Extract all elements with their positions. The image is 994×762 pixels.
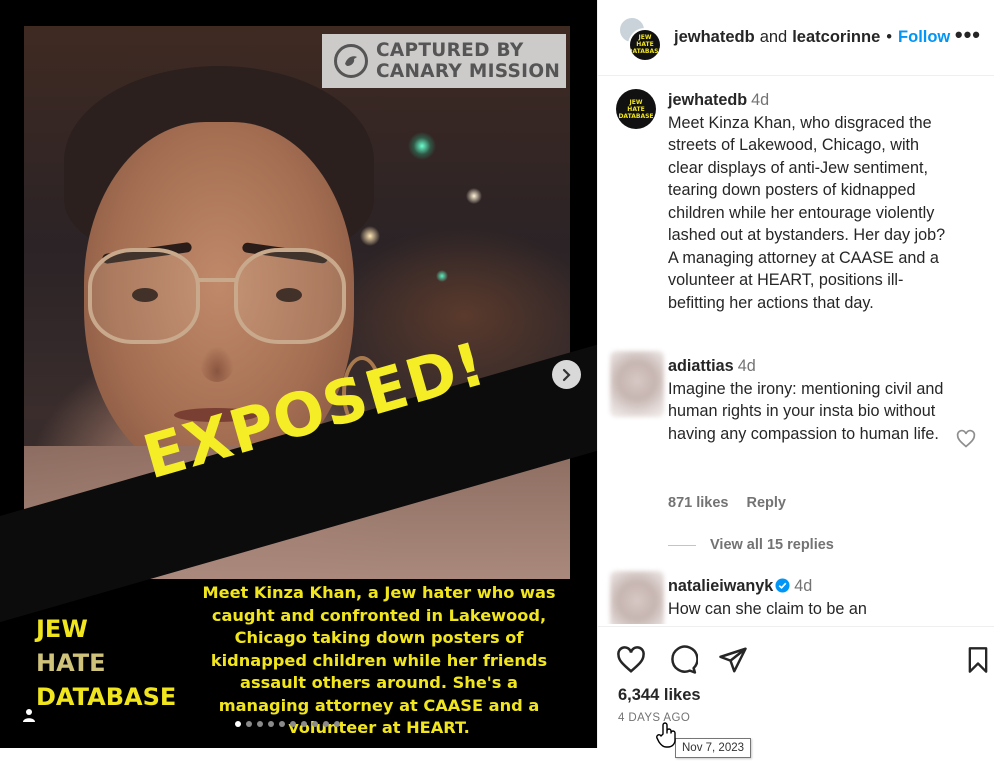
avatar-text-3: DATABASE [628, 48, 662, 55]
header-and: and [759, 28, 788, 46]
comment-username[interactable]: adiattias [668, 357, 734, 375]
brand-line-3: DATABASE [36, 683, 177, 711]
avatar-text-3: DATABASE [618, 112, 654, 120]
post-media[interactable]: CAPTURED BY CANARY MISSION EXPOSED! JEW … [0, 0, 597, 748]
comment-text: How can she claim to be an [668, 599, 867, 618]
view-replies-button[interactable]: View all 15 replies [668, 537, 834, 553]
save-bookmark-icon[interactable] [964, 645, 994, 677]
avatar-text-1: JEW [629, 98, 643, 106]
carousel-dot[interactable] [312, 721, 318, 727]
carousel-dot[interactable] [235, 721, 241, 727]
likes-count[interactable]: 6,344 likes [618, 686, 701, 705]
avatar-jewhatedb[interactable]: JEW HATE DATABASE [628, 27, 662, 62]
header-separator: • [886, 28, 893, 46]
carousel-indicator [235, 721, 340, 727]
carousel-dot[interactable] [257, 721, 263, 727]
header-username-2[interactable]: leatcorinne [792, 28, 880, 47]
follow-button[interactable]: Follow [898, 28, 950, 47]
next-slide-button[interactable] [552, 360, 581, 389]
chevron-right-icon [562, 368, 571, 381]
timestamp-tooltip: Nov 7, 2023 [675, 738, 752, 758]
jew-hate-database-logo: JEW HATE DATABASE [36, 612, 176, 714]
comment-meta: 871 likes Reply [668, 495, 804, 511]
avatar-blurred[interactable] [610, 571, 664, 624]
watermark-text: CAPTURED BY CANARY MISSION [376, 40, 560, 82]
header-usernames: jewhatedb and leatcorinne • Follow [674, 28, 950, 47]
carousel-dot[interactable] [279, 721, 285, 727]
brand-line-1: JEW [36, 615, 88, 643]
verified-badge-icon [775, 578, 790, 593]
comment-text: Imagine the irony: mentioning civil and … [668, 379, 944, 443]
tagged-users-button[interactable] [18, 704, 40, 726]
comment-username[interactable]: natalieiwanyk [668, 577, 773, 595]
hand-cursor-icon [656, 722, 680, 750]
view-replies-label: View all 15 replies [710, 537, 834, 553]
user-icon [23, 709, 35, 722]
photo-glasses-right [234, 248, 346, 344]
caption-text: Meet Kinza Khan, who disgraced the stree… [668, 113, 946, 312]
avatar-text-1: JEW [638, 34, 652, 41]
header-avatars[interactable]: JEW HATE DATABASE [618, 15, 662, 62]
avatar-text-2: HATE [627, 105, 645, 113]
comment-username[interactable]: jewhatedb [668, 91, 747, 109]
carousel-dot[interactable] [301, 721, 307, 727]
comment-time[interactable]: 4d [794, 577, 812, 595]
comment-bubble-icon[interactable] [668, 645, 700, 677]
carousel-dot[interactable] [268, 721, 274, 727]
more-options-icon[interactable]: ••• [955, 22, 981, 48]
avatar-jewhatedb-caption[interactable]: JEW HATE DATABASE [616, 89, 656, 129]
comment-reply-button[interactable]: Reply [746, 495, 786, 511]
post-header: JEW HATE DATABASE jewhatedb and leatcori… [598, 0, 994, 76]
comment-body: adiattias 4d Imagine the irony: mentionin… [668, 355, 958, 445]
caption-body: jewhatedb 4d Meet Kinza Khan, who disgrac… [668, 89, 958, 314]
avatar-blurred[interactable] [610, 351, 664, 417]
comment-body: natalieiwanyk 4d How can she claim to be … [668, 575, 958, 620]
media-caption: Meet Kinza Khan, a Jew hater who was cau… [202, 583, 556, 737]
photo-glasses-left [88, 248, 200, 344]
share-paper-plane-icon[interactable] [718, 645, 750, 677]
brand-line-2: HATE [36, 649, 106, 677]
canary-bird-icon [334, 44, 368, 78]
carousel-dot[interactable] [290, 721, 296, 727]
carousel-dot[interactable] [323, 721, 329, 727]
photo-glasses-bridge [198, 278, 236, 282]
post-details-panel: JEW HATE DATABASE jewhatedb and leatcori… [597, 0, 994, 748]
watermark-line-1: CAPTURED BY [376, 40, 524, 61]
avatar-text-2: HATE [636, 41, 654, 48]
comment-like-heart-icon[interactable] [956, 429, 978, 451]
like-heart-icon[interactable] [616, 645, 648, 677]
watermark-line-2: CANARY MISSION [376, 61, 561, 82]
canary-mission-watermark: CAPTURED BY CANARY MISSION [322, 34, 566, 88]
comment-time[interactable]: 4d [738, 357, 756, 375]
photo-nose [200, 346, 234, 382]
carousel-dot[interactable] [334, 721, 340, 727]
replies-divider [668, 544, 696, 546]
carousel-dot[interactable] [246, 721, 252, 727]
comment-time[interactable]: 4d [751, 91, 769, 109]
comment-likes[interactable]: 871 likes [668, 495, 728, 511]
header-username-1[interactable]: jewhatedb [674, 28, 755, 47]
comments-list[interactable]: JEW HATE DATABASE jewhatedb 4d Meet Kinza… [598, 77, 994, 624]
